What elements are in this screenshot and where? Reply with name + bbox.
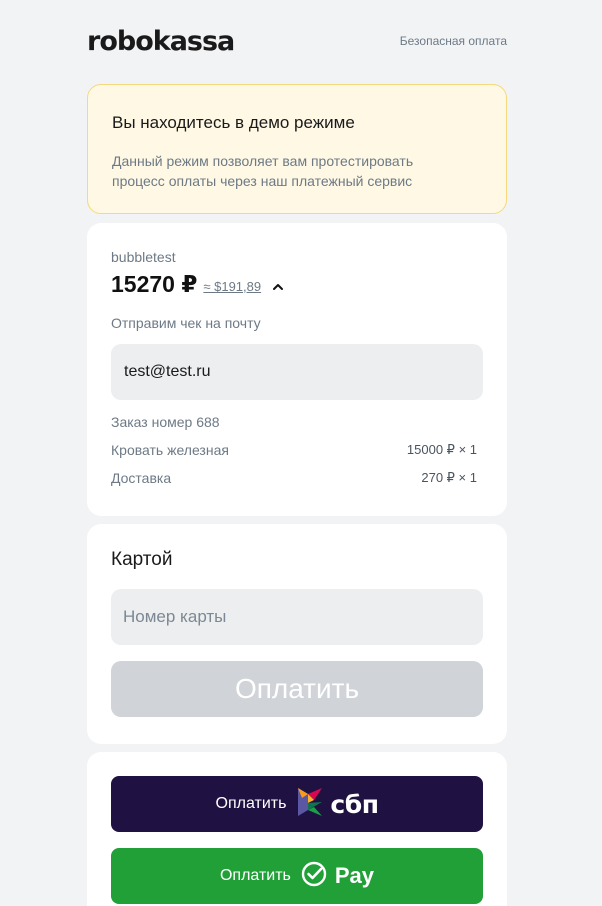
secure-payment-label: Безопасная оплата: [399, 34, 507, 48]
pay-button[interactable]: Оплатить: [111, 661, 483, 717]
item-qty: 15000 ₽ × 1: [406, 442, 477, 457]
sber-brand: Pay: [334, 863, 375, 888]
card-number-input[interactable]: Номер карты: [111, 589, 483, 645]
sberpay-button[interactable]: Оплатить Pay: [111, 848, 483, 904]
payment-page: robokassa Безопасная оплата Вы находитес…: [0, 0, 602, 906]
sbp-pay-button[interactable]: Оплатить сбп: [111, 776, 483, 832]
robokassa-logo[interactable]: robokassa: [87, 26, 235, 57]
card-payment-section: Картой Номер карты Оплатить: [87, 524, 507, 744]
order-item: Кровать железная 15000 ₽ × 1: [111, 442, 483, 458]
order-item: Доставка 270 ₽ × 1: [111, 470, 483, 486]
demo-title: Вы находитесь в демо режиме: [112, 113, 355, 132]
sbp-button-label: Оплатить: [215, 795, 287, 812]
order-amount: 15270 ₽: [111, 270, 198, 297]
amount-row: 15270 ₽ ≈ $191,89: [111, 269, 483, 299]
shop-name: bubbletest: [111, 249, 176, 265]
receipt-label: Отправим чек на почту: [111, 315, 261, 331]
item-name: Кровать железная: [111, 442, 229, 458]
demo-notice: Вы находитесь в демо режиме Данный режим…: [87, 84, 507, 214]
sbp-logo-icon: [296, 786, 324, 823]
demo-text: Данный режим позволяет вам протестироват…: [112, 153, 414, 189]
order-number: Заказ номер 688: [111, 414, 220, 430]
email-field[interactable]: test@test.ru: [111, 344, 483, 400]
card-section-title: Картой: [111, 549, 173, 570]
item-qty: 270 ₽ × 1: [421, 470, 477, 485]
alt-payment-section: Оплатить сбп Оплатить Pay: [87, 752, 507, 906]
chevron-up-icon[interactable]: [271, 279, 285, 290]
sber-button-label: Оплатить: [219, 867, 291, 884]
header: robokassa Безопасная оплата: [87, 26, 507, 57]
order-summary: bubbletest 15270 ₽ ≈ $191,89 Отправим че…: [87, 223, 507, 516]
sbp-brand: сбп: [330, 789, 379, 819]
usd-amount: ≈ $191,89: [203, 278, 262, 294]
item-name: Доставка: [111, 470, 172, 486]
sber-check-icon: [301, 861, 327, 892]
